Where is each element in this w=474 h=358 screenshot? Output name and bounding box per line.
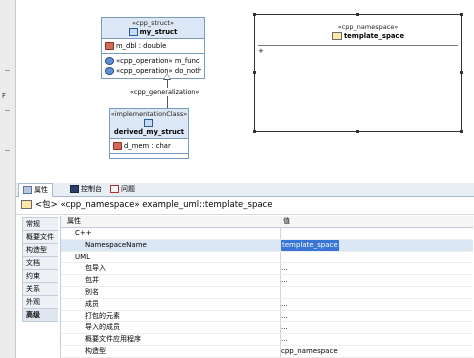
table-row[interactable]: 包导入... xyxy=(61,263,473,276)
package-icon xyxy=(21,200,32,209)
view-tabs: 属性 控制台 问题 xyxy=(16,183,474,197)
properties-title: <包> «cpp_namespace» example_uml::templat… xyxy=(35,200,273,210)
section-tab-relationships[interactable]: 关系 xyxy=(22,282,58,296)
property-section-tabs: 常规 概要文件 构造型 文档 约束 关系 外观 高级 xyxy=(22,217,58,322)
struct-stereotype: «cpp_struct» xyxy=(132,19,174,27)
section-tab-appearance[interactable]: 外观 xyxy=(22,295,58,309)
namespace-name-value[interactable]: template_space xyxy=(281,239,339,251)
struct-header: «cpp_struct» my_struct xyxy=(102,18,204,39)
package-divider xyxy=(258,45,458,46)
table-header: 属性 值 xyxy=(61,216,473,228)
operation-icon xyxy=(105,57,114,65)
resize-handle[interactable] xyxy=(460,13,463,16)
section-tab-profiles[interactable]: 概要文件 xyxy=(22,230,58,244)
column-header-value[interactable]: 值 xyxy=(283,216,290,227)
table-row[interactable]: 成员... xyxy=(61,299,473,311)
section-tab-stereotypes[interactable]: 构造型 xyxy=(22,243,58,257)
tab-properties[interactable]: 属性 xyxy=(18,183,53,197)
resize-handle[interactable] xyxy=(356,13,359,16)
table-row[interactable]: 构造型 cpp_namespace xyxy=(61,346,473,358)
table-row[interactable]: 导入的成员... xyxy=(61,322,473,335)
derived-header: «implementationClass» derived_my_struct xyxy=(110,109,188,139)
attribute-icon xyxy=(105,42,114,50)
resize-handle[interactable] xyxy=(253,130,256,133)
table-row[interactable]: 概要文件应用程序... xyxy=(61,334,473,346)
struct-attributes: m_dbl : double xyxy=(102,39,204,54)
toolbar-tick xyxy=(5,70,10,71)
left-strip-mark: F xyxy=(2,92,7,100)
tab-problems[interactable]: 问题 xyxy=(106,183,139,196)
struct-name: my_struct xyxy=(139,28,178,36)
package-stereotype: «cpp_namespace» xyxy=(337,23,399,31)
resize-handle[interactable] xyxy=(253,13,256,16)
package-plus-icon[interactable]: + xyxy=(258,47,264,55)
properties-table: 属性 值 C++ NamespaceName template_space UML… xyxy=(60,216,473,358)
left-toolbar-strip: F xyxy=(0,0,16,358)
attribute-icon xyxy=(113,142,122,150)
generalization-arrowhead xyxy=(163,73,171,80)
class-icon xyxy=(143,119,153,127)
attribute-row[interactable]: m_dbl : double xyxy=(105,41,201,51)
resize-handle[interactable] xyxy=(253,71,256,74)
struct-icon xyxy=(128,28,138,36)
operation-row[interactable]: «cpp_operation» do_nothin... xyxy=(105,66,201,76)
table-row[interactable]: C++ xyxy=(61,228,473,240)
section-tab-documentation[interactable]: 文档 xyxy=(22,256,58,270)
toolbar-tick xyxy=(5,110,10,111)
package-icon xyxy=(331,32,342,40)
resize-handle[interactable] xyxy=(460,71,463,74)
derived-name: derived_my_struct xyxy=(113,128,185,136)
properties-title-bar: <包> «cpp_namespace» example_uml::templat… xyxy=(16,197,474,215)
section-tab-constraints[interactable]: 约束 xyxy=(22,269,58,283)
package-name: template_space xyxy=(343,32,405,40)
derived-attributes: d_mem : char xyxy=(110,139,188,154)
table-row[interactable]: 别名 xyxy=(61,287,473,299)
table-row[interactable]: 打包的元素... xyxy=(61,311,473,323)
derived-operations xyxy=(110,154,188,158)
resize-handle[interactable] xyxy=(460,130,463,133)
generalization-label: «cpp_generalization» xyxy=(130,88,200,96)
diagram-canvas[interactable]: «cpp_struct» my_struct m_dbl : double «c… xyxy=(16,0,474,183)
struct-class-box[interactable]: «cpp_struct» my_struct m_dbl : double «c… xyxy=(101,17,205,79)
table-row[interactable]: 包并... xyxy=(61,275,473,287)
attribute-row[interactable]: d_mem : char xyxy=(113,141,185,151)
struct-operations: «cpp_operation» m_func ( ) «cpp_operatio… xyxy=(102,54,204,78)
namespace-package-box[interactable]: «cpp_namespace» template_space + xyxy=(253,13,463,133)
operation-icon xyxy=(105,67,114,75)
derived-class-box[interactable]: «implementationClass» derived_my_struct … xyxy=(109,108,189,159)
table-row[interactable]: UML xyxy=(61,252,473,264)
derived-stereotype: «implementationClass» xyxy=(110,110,188,118)
column-header-property[interactable]: 属性 xyxy=(67,216,81,227)
toolbar-tick xyxy=(5,150,10,151)
package-header: «cpp_namespace» template_space xyxy=(313,23,423,41)
section-tab-advanced[interactable]: 高级 xyxy=(22,308,58,322)
table-row[interactable]: NamespaceName template_space xyxy=(61,239,473,252)
resize-handle[interactable] xyxy=(356,130,359,133)
section-tab-general[interactable]: 常规 xyxy=(22,217,58,231)
tab-console[interactable]: 控制台 xyxy=(66,183,106,196)
operation-row[interactable]: «cpp_operation» m_func ( ) xyxy=(105,56,201,66)
console-icon xyxy=(70,185,79,193)
properties-icon xyxy=(23,186,32,194)
problems-icon xyxy=(110,185,119,193)
